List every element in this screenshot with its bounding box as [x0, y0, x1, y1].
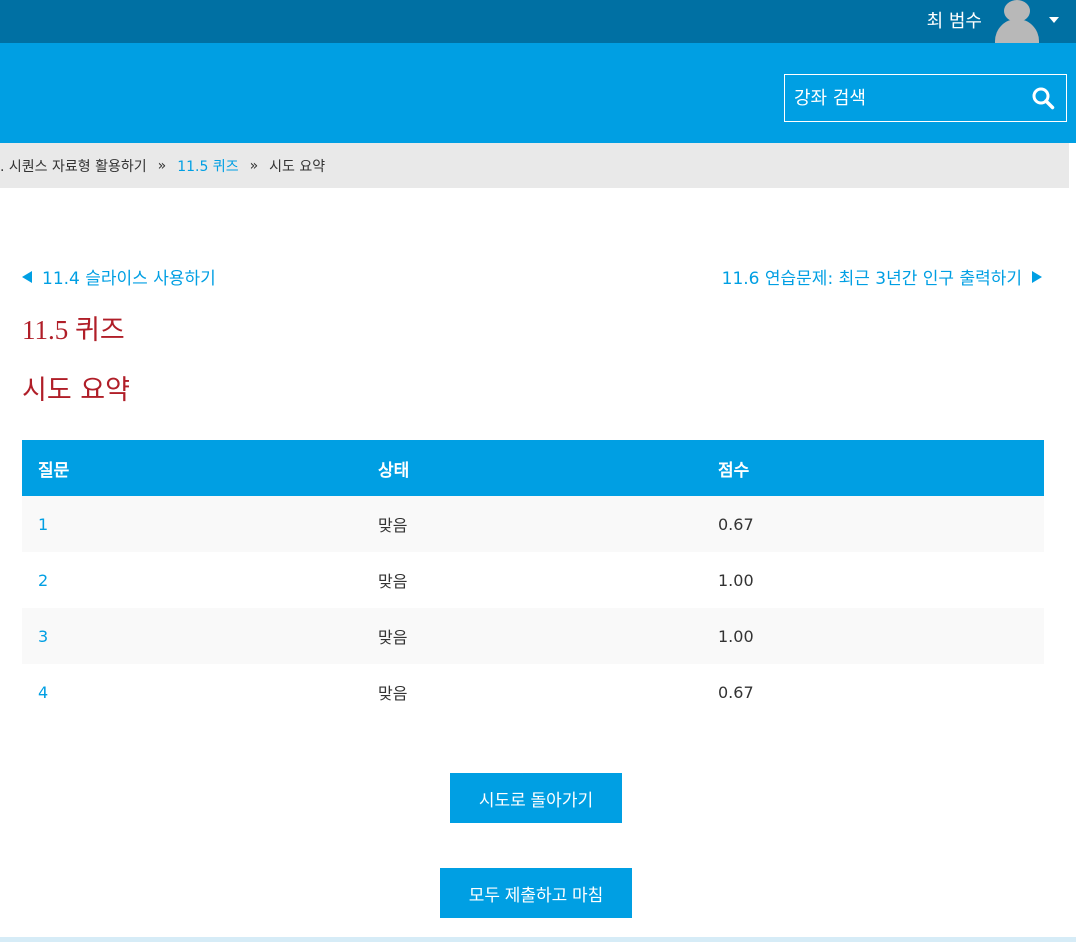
breadcrumb-item-current: 시도 요약 — [269, 158, 326, 175]
question-link[interactable]: 2 — [38, 571, 48, 590]
table-header-row: 질문 상태 점수 — [22, 440, 1044, 496]
footer-edge — [0, 937, 1076, 942]
breadcrumb-item-section[interactable]: . 시퀀스 자료형 활용하기 — [0, 156, 147, 176]
breadcrumb: . 시퀀스 자료형 활용하기 » 11.5 퀴즈 » 시도 요약 — [0, 143, 1069, 188]
question-link[interactable]: 4 — [38, 683, 48, 702]
next-activity-label: 11.6 연습문제: 최근 3년간 인구 출력하기 — [721, 269, 1022, 289]
question-cell: 2 — [22, 552, 362, 608]
next-activity-link[interactable]: 11.6 연습문제: 최근 3년간 인구 출력하기 — [722, 264, 1042, 289]
question-link[interactable]: 3 — [38, 627, 48, 646]
question-cell: 4 — [22, 664, 362, 720]
breadcrumb-separator: » — [157, 157, 167, 174]
column-header-status: 상태 — [362, 440, 702, 496]
question-cell: 1 — [22, 496, 362, 552]
score-cell: 0.67 — [702, 664, 1044, 720]
page-header — [0, 43, 1076, 143]
prev-activity-link[interactable]: 11.4 슬라이스 사용하기 — [22, 264, 216, 289]
user-name[interactable]: 최 범수 — [927, 7, 982, 33]
search-button[interactable] — [1020, 75, 1066, 121]
breadcrumb-separator: » — [249, 157, 259, 174]
attempt-summary-table: 질문 상태 점수 1 맞음 0.67 2 맞음 1.00 3 맞음 1.00 4… — [22, 440, 1044, 720]
column-header-question: 질문 — [22, 440, 362, 496]
quiz-title: 11.5 퀴즈 — [22, 315, 125, 345]
submit-all-button[interactable]: 모두 제출하고 마침 — [440, 868, 632, 918]
breadcrumb-item-quiz[interactable]: 11.5 퀴즈 — [177, 156, 238, 176]
status-cell: 맞음 — [362, 608, 702, 664]
return-to-attempt-button[interactable]: 시도로 돌아가기 — [450, 773, 622, 823]
triangle-left-icon — [22, 270, 32, 283]
table-row: 1 맞음 0.67 — [22, 496, 1044, 552]
user-avatar-icon[interactable] — [994, 0, 1040, 43]
table-row: 3 맞음 1.00 — [22, 608, 1044, 664]
page-title: 시도 요약 — [22, 375, 130, 406]
table-row: 2 맞음 1.00 — [22, 552, 1044, 608]
score-cell: 1.00 — [702, 552, 1044, 608]
score-cell: 1.00 — [702, 608, 1044, 664]
search-icon — [1032, 87, 1055, 110]
triangle-right-icon — [1032, 270, 1042, 283]
avatar-shoulders — [995, 19, 1039, 43]
column-header-score: 점수 — [702, 440, 1044, 496]
top-navbar: 최 범수 — [0, 0, 1076, 43]
table-row: 4 맞음 0.67 — [22, 664, 1044, 720]
search-input[interactable] — [785, 76, 1020, 120]
status-cell: 맞음 — [362, 552, 702, 608]
prev-activity-label: 11.4 슬라이스 사용하기 — [42, 269, 216, 289]
status-cell: 맞음 — [362, 496, 702, 552]
score-cell: 0.67 — [702, 496, 1044, 552]
course-search — [784, 74, 1067, 122]
question-cell: 3 — [22, 608, 362, 664]
status-cell: 맞음 — [362, 664, 702, 720]
caret-down-icon[interactable] — [1049, 17, 1059, 23]
question-link[interactable]: 1 — [38, 515, 48, 534]
